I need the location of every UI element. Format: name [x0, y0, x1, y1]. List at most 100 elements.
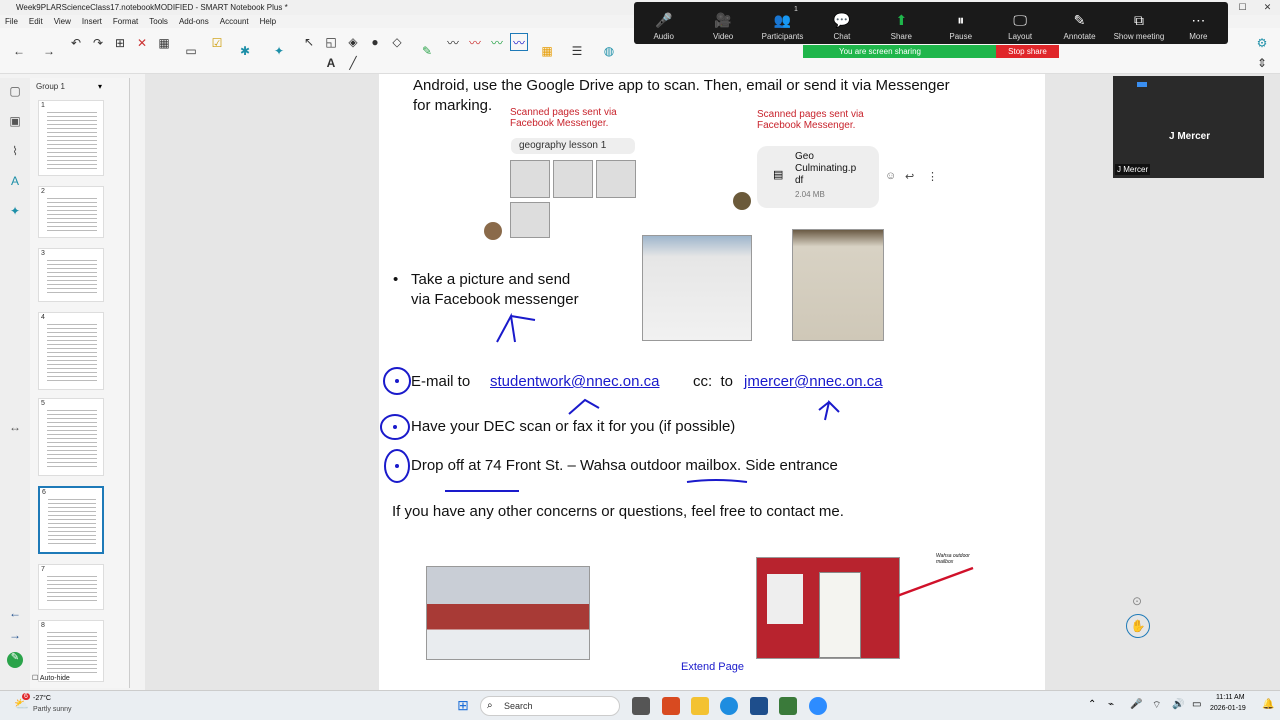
- page-thumbnail-6[interactable]: 6: [38, 486, 104, 554]
- wifi-icon[interactable]: ⌔: [1152, 699, 1161, 712]
- properties-icon[interactable]: ☰: [568, 42, 586, 60]
- chevron-down-icon[interactable]: ▾: [98, 82, 102, 91]
- checklist-icon[interactable]: ☑: [208, 34, 226, 52]
- page-thumbnail-2[interactable]: 2: [38, 186, 104, 238]
- menu-addons[interactable]: Add-ons: [179, 17, 209, 26]
- mic-tray-icon[interactable]: 🎤: [1130, 699, 1142, 710]
- speaker-icon[interactable]: 🔊: [1172, 699, 1184, 710]
- shape-icon[interactable]: ◱: [322, 33, 340, 51]
- table-icon[interactable]: ▦: [155, 34, 173, 52]
- tray-chevron-icon[interactable]: ⌃: [1088, 699, 1096, 710]
- addon-icon[interactable]: ✦: [270, 42, 288, 60]
- cursor-icon[interactable]: ⊙: [1132, 594, 1142, 608]
- pen-black-icon[interactable]: 〰: [444, 33, 462, 51]
- search-box[interactable]: ⌕ Search: [480, 696, 620, 716]
- menu-insert[interactable]: Insert: [82, 17, 102, 26]
- zoom-layout-button[interactable]: 🖵 Layout: [990, 2, 1049, 44]
- zoom-more-button[interactable]: ⋯ More: [1169, 2, 1228, 44]
- forward-arrow-icon[interactable]: →: [40, 42, 58, 60]
- zoom-video-button[interactable]: 🎥 Video: [693, 2, 752, 44]
- back-arrow-icon[interactable]: ←: [10, 42, 28, 60]
- page-sorter-icon[interactable]: ▢: [7, 84, 23, 100]
- color-palette-icon[interactable]: ▦: [538, 42, 556, 60]
- pen-green-icon[interactable]: 〰: [488, 33, 506, 51]
- menu-edit[interactable]: Edit: [29, 17, 43, 26]
- page-thumbnail-1[interactable]: 1: [38, 100, 104, 176]
- zoom-show-meeting-button[interactable]: ⧉ Show meeting: [1109, 2, 1168, 44]
- zoom-pause-button[interactable]: ⏸ Pause: [931, 2, 990, 44]
- screen-icon[interactable]: ▭: [182, 42, 200, 60]
- clock-date[interactable]: 2026-01-19: [1210, 705, 1246, 712]
- photo-paper-2[interactable]: [792, 229, 884, 341]
- extend-page-link[interactable]: Extend Page: [681, 661, 744, 673]
- expand-icon[interactable]: ⇕: [1253, 54, 1271, 72]
- reply-icon[interactable]: ↩: [905, 170, 914, 183]
- autohide-checkbox[interactable]: ☐ Auto-hide: [32, 674, 70, 682]
- eraser-icon[interactable]: ◇: [388, 33, 406, 51]
- menu-account[interactable]: Account: [220, 17, 249, 26]
- notification-icon[interactable]: 🔔: [1262, 699, 1274, 710]
- page-thumbnail-7[interactable]: 7: [38, 564, 104, 610]
- text-icon[interactable]: A: [322, 54, 340, 72]
- battery-icon[interactable]: ▭: [1192, 699, 1201, 710]
- office-icon[interactable]: [662, 697, 680, 715]
- paint-icon[interactable]: ●: [366, 33, 384, 51]
- hand-icon[interactable]: ✋: [1126, 614, 1150, 638]
- prev-page-icon[interactable]: ←: [7, 606, 23, 622]
- zoom-annotate-button[interactable]: ✎ Annotate: [1050, 2, 1109, 44]
- fill-icon[interactable]: ◈: [344, 33, 362, 51]
- undo-icon[interactable]: ↶: [67, 34, 85, 52]
- video-panel[interactable]: J Mercer J Mercer: [1113, 76, 1264, 178]
- scan-thumb-1[interactable]: [510, 160, 550, 198]
- more-icon[interactable]: ⋮: [927, 170, 938, 183]
- close-icon[interactable]: ✕: [1255, 0, 1280, 15]
- gear-icon[interactable]: ✱: [236, 42, 254, 60]
- zoom-audio-button[interactable]: 🎤 Audio: [634, 2, 693, 44]
- windows-start-icon[interactable]: ⊞: [454, 697, 472, 715]
- email-link-studentwork[interactable]: studentwork@nnec.on.ca: [490, 373, 660, 390]
- page-thumbnail-4[interactable]: 4: [38, 312, 104, 390]
- gallery-icon[interactable]: ▣: [7, 114, 23, 130]
- group-label[interactable]: Group 1: [36, 82, 65, 91]
- stop-share-button[interactable]: Stop share: [996, 45, 1059, 58]
- clock-time[interactable]: 11:11 AM: [1216, 694, 1245, 701]
- addons-tab-icon[interactable]: ✦: [7, 204, 23, 220]
- zoom-participants-button[interactable]: 👥 Participants: [753, 2, 812, 44]
- menu-help[interactable]: Help: [260, 17, 276, 26]
- redo-icon[interactable]: ↷: [89, 34, 107, 52]
- menu-view[interactable]: View: [54, 17, 71, 26]
- email-link-jmercer[interactable]: jmercer@nnec.on.ca: [744, 373, 883, 390]
- menu-tools[interactable]: Tools: [149, 17, 168, 26]
- page-thumbnail-5[interactable]: 5: [38, 398, 104, 476]
- maximize-icon[interactable]: ☐: [1230, 0, 1255, 15]
- attachments-icon[interactable]: ⌇: [7, 144, 23, 160]
- pen-red-icon[interactable]: 〰: [466, 33, 484, 51]
- explorer-icon[interactable]: [691, 697, 709, 715]
- scan-thumb-3[interactable]: [596, 160, 636, 198]
- properties-tab-icon[interactable]: A: [7, 174, 23, 190]
- zoom-icon[interactable]: [809, 697, 827, 715]
- store-icon[interactable]: [750, 697, 768, 715]
- pen-blue-icon[interactable]: 〰: [510, 33, 528, 51]
- next-page-icon[interactable]: →: [7, 628, 23, 644]
- edge-icon[interactable]: [720, 697, 738, 715]
- zoom-chat-button[interactable]: 💬 Chat: [812, 2, 871, 44]
- emoji-icon[interactable]: ☺: [885, 170, 896, 182]
- zoom-share-button[interactable]: ⬆ Share: [872, 2, 931, 44]
- file-bubble[interactable]: ▤ Geo Culminating.p df 2.04 MB: [757, 146, 879, 208]
- resize-arrows-icon[interactable]: ↔: [7, 420, 23, 436]
- smart-notebook-icon[interactable]: [779, 697, 797, 715]
- taskview-icon[interactable]: [632, 697, 650, 715]
- delete-icon[interactable]: ✕: [133, 34, 151, 52]
- line-icon[interactable]: ╱: [344, 54, 362, 72]
- network-icon[interactable]: ⌁: [1108, 699, 1114, 710]
- scan-thumb-2[interactable]: [553, 160, 593, 198]
- menu-file[interactable]: File: [5, 17, 18, 26]
- globe-icon[interactable]: ◍: [600, 42, 618, 60]
- page-thumbnail-8[interactable]: 8: [38, 620, 104, 682]
- select-icon[interactable]: ↖: [300, 33, 318, 51]
- page-thumbnail-3[interactable]: 3: [38, 248, 104, 302]
- settings-gear-icon[interactable]: ⚙: [1253, 34, 1271, 52]
- photo-building[interactable]: [426, 566, 590, 660]
- menu-format[interactable]: Format: [113, 17, 138, 26]
